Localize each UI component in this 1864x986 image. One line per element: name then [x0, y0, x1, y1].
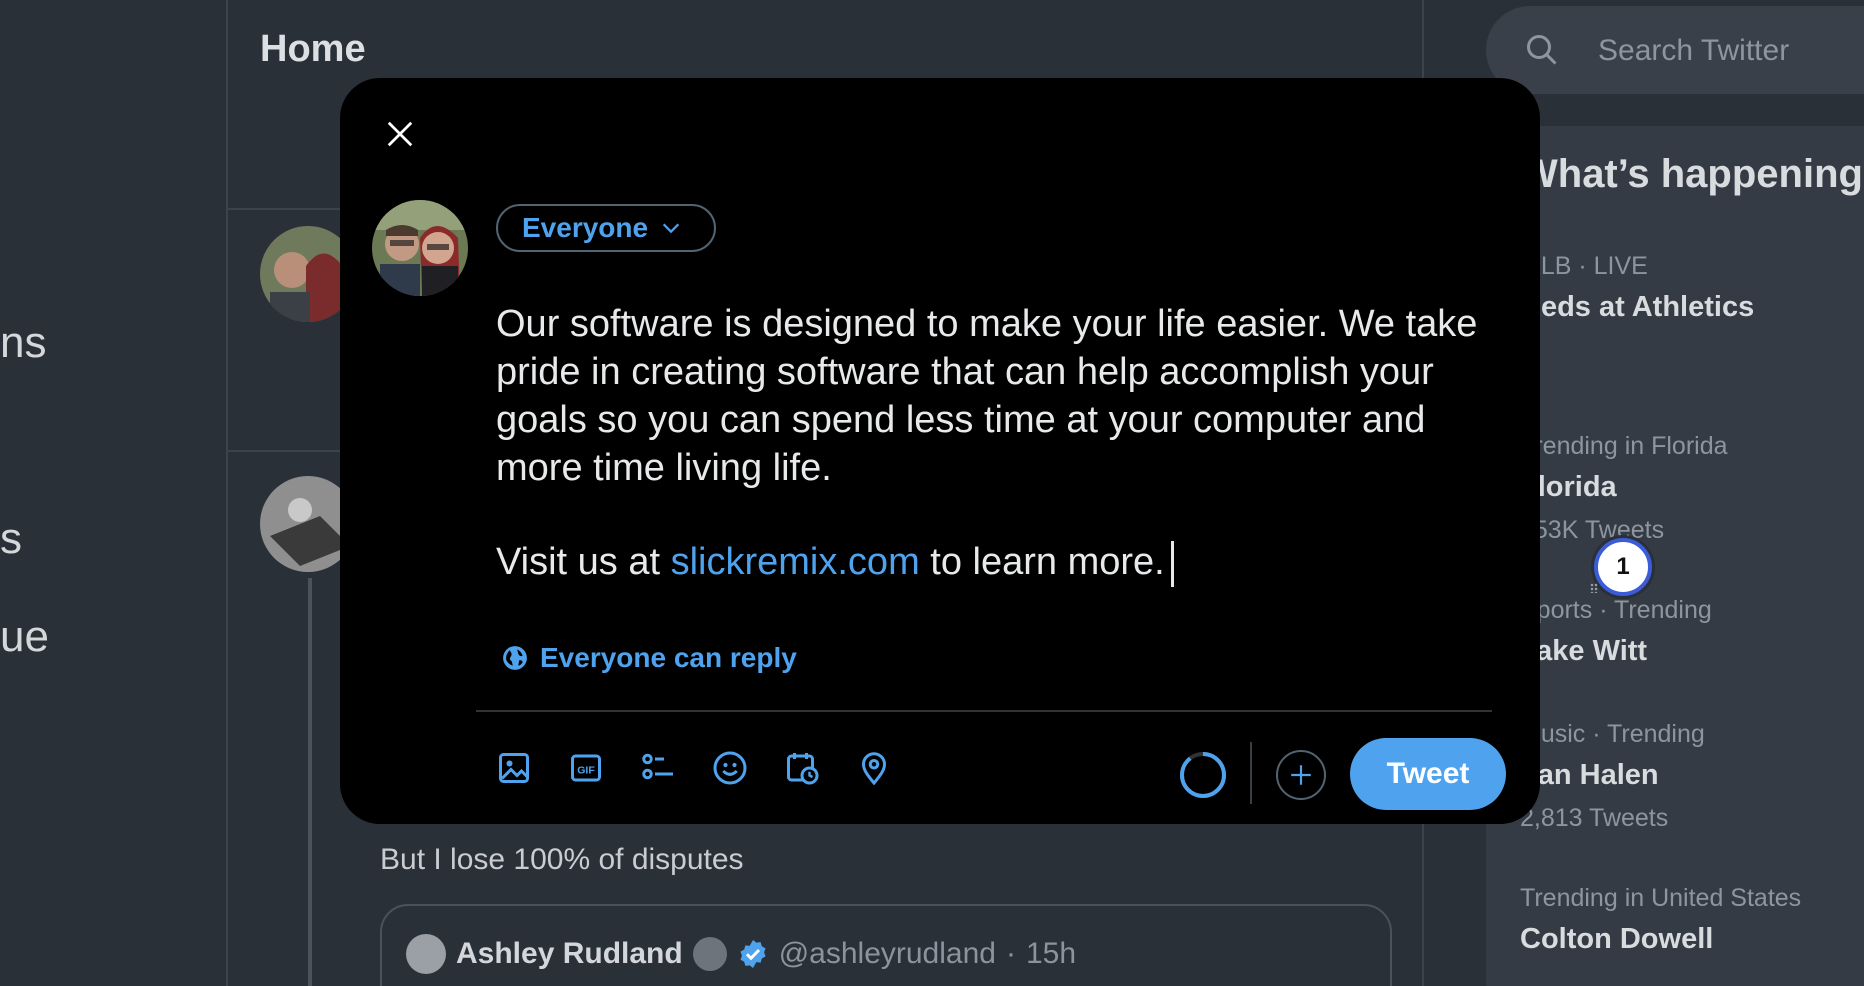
trend-item[interactable]: Music · Trending Van Halen 2,813 Tweets	[1520, 720, 1705, 833]
right-sidebar: Search Twitter What’s happening MLB · LI…	[1486, 0, 1864, 986]
trend-item[interactable]: Sports · Trending Jake Witt	[1520, 596, 1712, 668]
trend-item[interactable]: Trending in Florida Florida 153K Tweets	[1520, 432, 1728, 545]
trend-meta: MLB · LIVE	[1520, 252, 1648, 280]
separator: ·	[1005, 937, 1016, 970]
compose-toolbar: GIF	[496, 750, 892, 786]
tweet-button[interactable]: Tweet	[1350, 738, 1506, 810]
page-title: Home	[260, 28, 366, 70]
verified-icon	[740, 940, 766, 968]
tweet-text-editor[interactable]: Our software is designed to make your li…	[496, 300, 1496, 587]
quote-author-handle: @ashleyrudland	[778, 937, 996, 970]
gif-label: GIF	[577, 764, 595, 776]
globe-icon	[503, 646, 527, 670]
nav-item-fragment[interactable]: ue	[0, 612, 49, 662]
trend-name: Florida	[1520, 471, 1617, 503]
trend-meta: Trending in United States	[1520, 884, 1802, 912]
close-button[interactable]	[374, 108, 426, 160]
trend-meta: Trending in Florida	[1520, 432, 1728, 460]
quote-author-name: Ashley Rudland	[456, 937, 683, 970]
location-icon[interactable]	[856, 750, 892, 786]
plus-icon	[1291, 765, 1311, 785]
tweet-draft-paragraph: Our software is designed to make your li…	[496, 303, 1478, 489]
divider	[1250, 742, 1252, 804]
search-placeholder: Search Twitter	[1598, 34, 1790, 67]
trend-item[interactable]: MLB · LIVE Reds at Athletics	[1520, 252, 1754, 324]
quote-time: 15h	[1025, 937, 1077, 970]
trend-meta: Sports · Trending	[1520, 596, 1712, 624]
tweet-draft-text: Visit us at	[496, 541, 671, 583]
tweet-draft-link[interactable]: slickremix.com	[671, 541, 920, 583]
trend-name: Reds at Athletics	[1520, 291, 1755, 323]
search-icon	[1527, 35, 1557, 65]
close-icon	[387, 121, 413, 147]
thread-line	[308, 578, 312, 986]
compose-tweet-modal: Everyone Our software is designed to mak…	[340, 78, 1540, 824]
tweet-draft-text: to learn more.	[919, 541, 1165, 583]
drag-handle-icon[interactable]	[1590, 583, 1598, 593]
audience-selector[interactable]: Everyone	[496, 204, 717, 252]
trend-name: Jake Witt	[1520, 635, 1648, 667]
avatar[interactable]	[372, 200, 468, 296]
emoji-icon[interactable]	[712, 750, 748, 786]
poll-icon[interactable]	[640, 750, 676, 786]
text-caret	[1170, 540, 1174, 587]
search-input[interactable]: Search Twitter	[1486, 6, 1864, 94]
avatar	[406, 934, 446, 974]
trend-name: Colton Dowell	[1520, 923, 1714, 955]
reply-settings-button[interactable]: Everyone can reply	[502, 642, 797, 674]
affiliate-badge-icon	[692, 937, 727, 971]
chevron-down-icon	[662, 223, 680, 234]
nav-item-fragment[interactable]: s	[0, 514, 22, 564]
trends-title: What’s happening	[1520, 152, 1863, 196]
trend-item[interactable]: Trending in United States Colton Dowell	[1520, 884, 1801, 956]
schedule-icon[interactable]	[784, 750, 820, 786]
left-nav: ns s ue	[0, 0, 226, 986]
trend-name: Van Halen	[1520, 759, 1659, 791]
tweet-text: But I lose 100% of disputes	[380, 843, 744, 876]
image-icon[interactable]	[496, 750, 532, 786]
divider	[476, 710, 1492, 712]
step-badge[interactable]: 1	[1594, 538, 1652, 596]
audience-label: Everyone	[522, 212, 649, 243]
trend-count: 2,813 Tweets	[1520, 804, 1669, 832]
nav-item-fragment[interactable]: ns	[0, 318, 46, 368]
gif-icon[interactable]: GIF	[568, 750, 604, 786]
reply-setting-label: Everyone can reply	[540, 642, 797, 673]
quoted-tweet[interactable]: Ashley Rudland @ashleyrudland · 15h	[380, 904, 1392, 986]
trend-meta: Music · Trending	[1520, 720, 1705, 748]
character-count-ring	[1180, 752, 1226, 798]
trends-panel: What’s happening MLB · LIVE Reds at Athl…	[1486, 126, 1864, 986]
add-tweet-button[interactable]	[1276, 750, 1326, 800]
